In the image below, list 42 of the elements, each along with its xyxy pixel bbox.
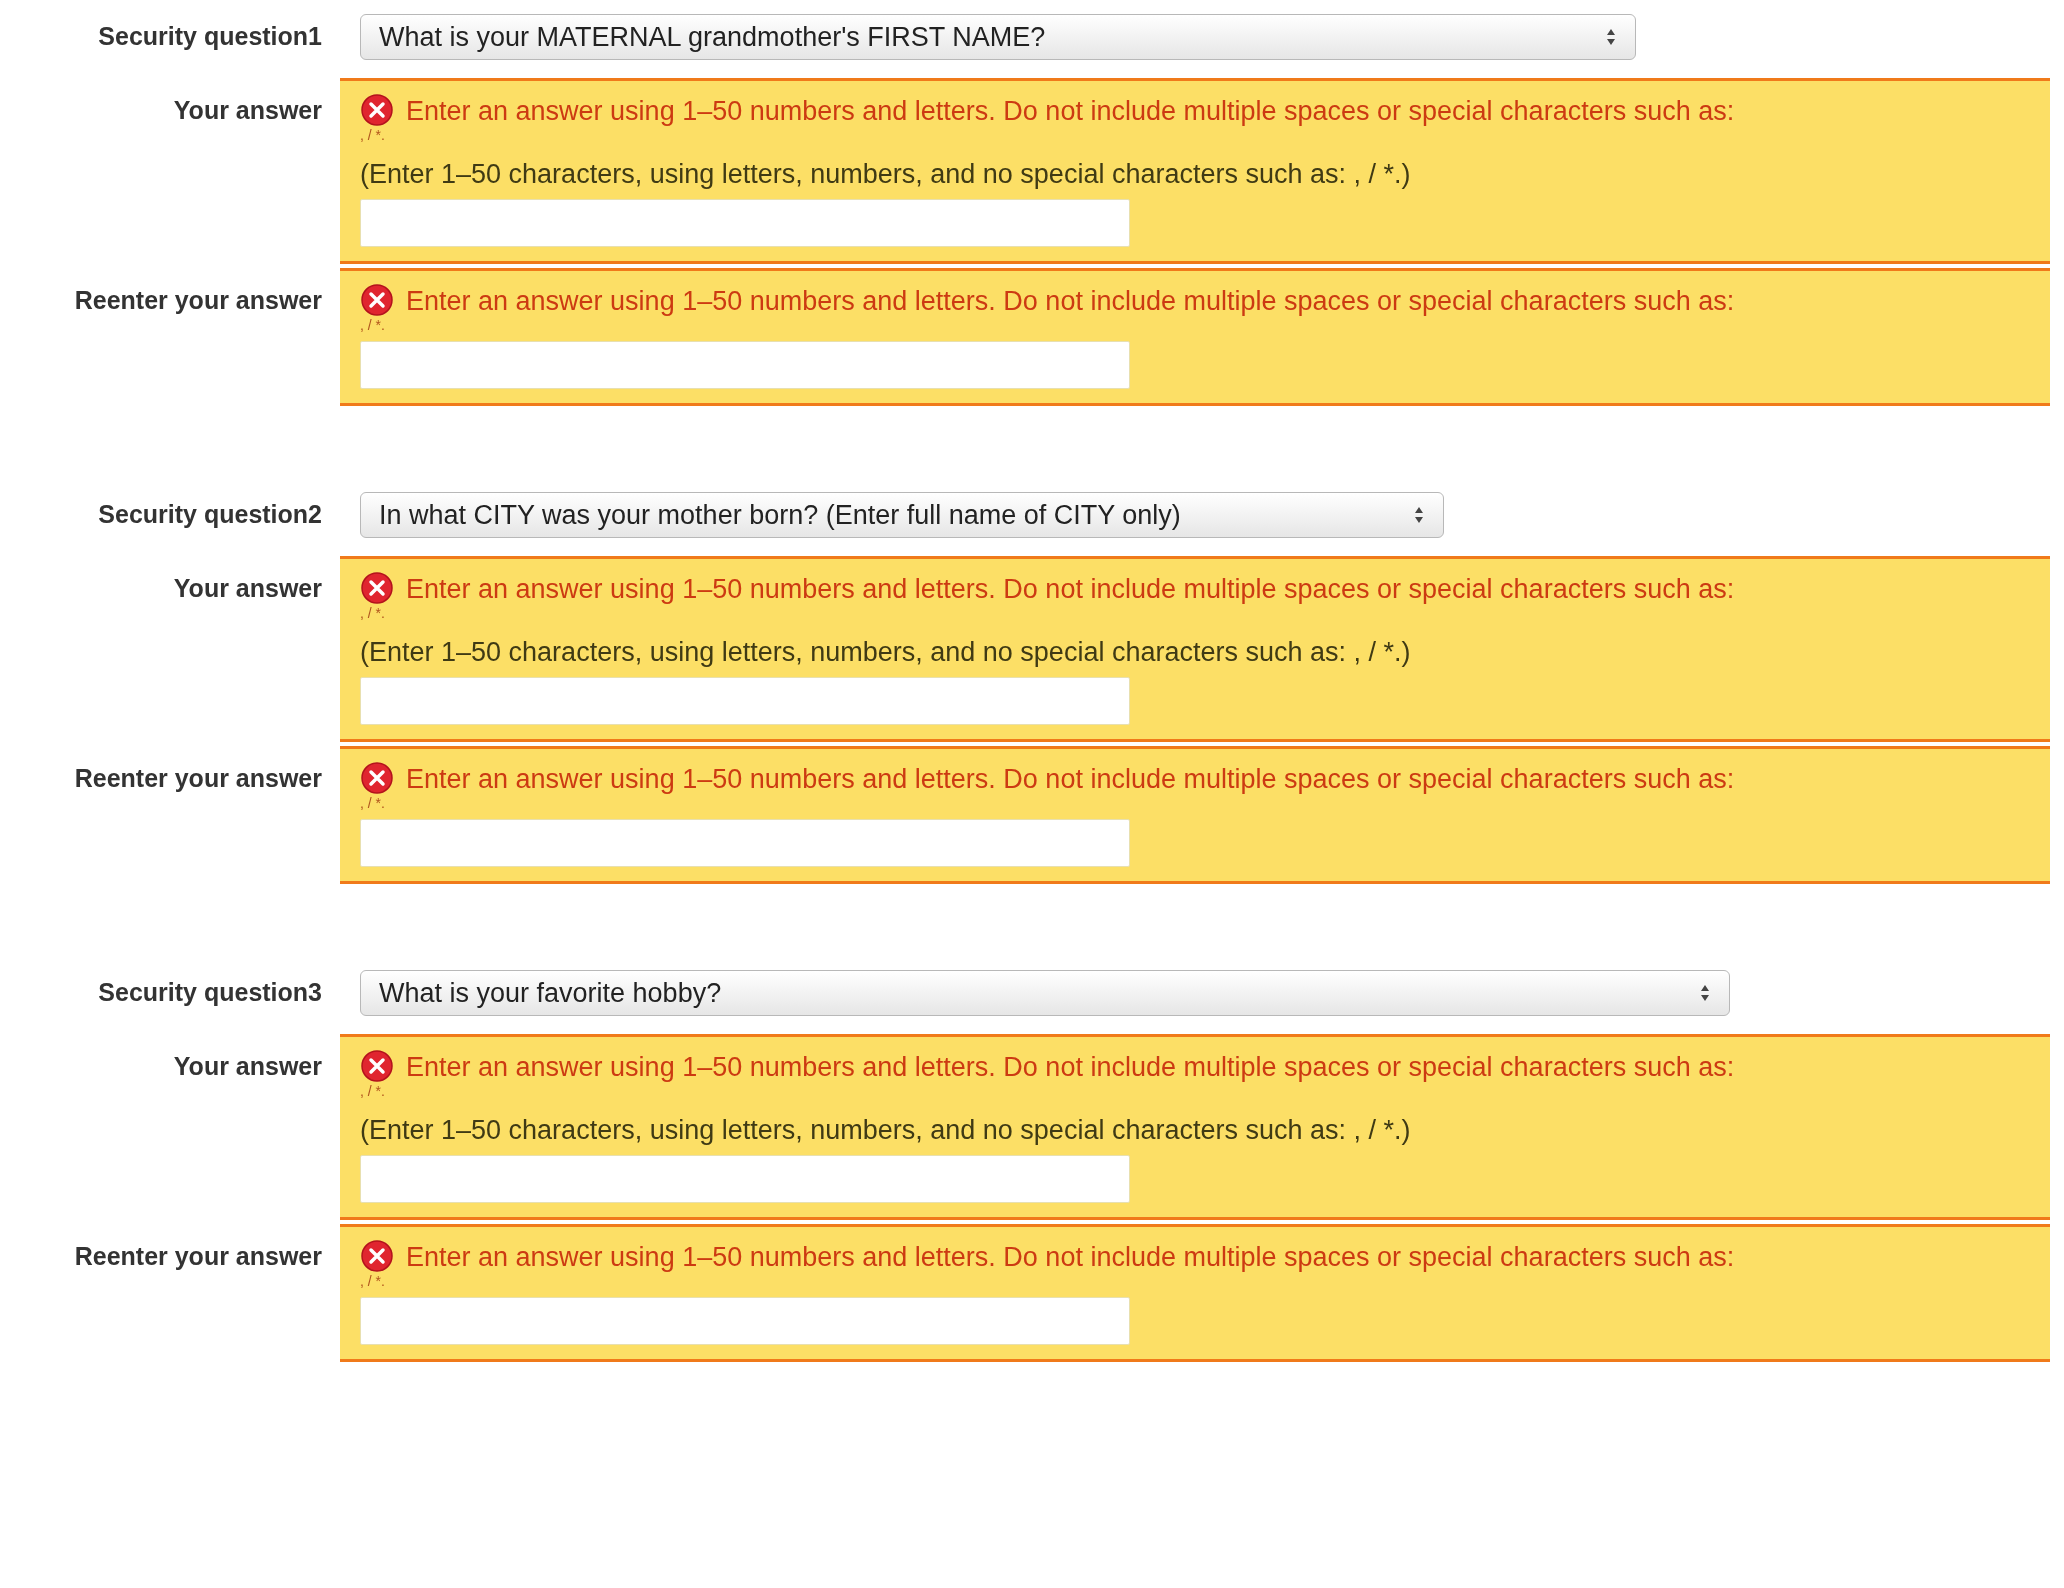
question-label: Security question2 xyxy=(98,500,322,529)
answer-field[interactable] xyxy=(360,341,1130,389)
error-icon xyxy=(360,1049,394,1083)
error-overflow-text: , / *. xyxy=(360,127,385,143)
select-arrows-icon xyxy=(1413,505,1425,525)
question-select[interactable]: What is your MATERNAL grandmother's FIRST NAME? xyxy=(360,14,1636,60)
hint-text: (Enter 1–50 characters, using letters, numbers, and no special characters such as: , / *.) xyxy=(360,158,1412,191)
field-label: Reenter your answer xyxy=(74,1242,322,1270)
error-overflow-text: , / *. xyxy=(360,1273,385,1289)
answer-field[interactable] xyxy=(360,199,1130,247)
error-overflow-text: , / *. xyxy=(360,795,385,811)
error-icon xyxy=(360,1239,394,1273)
error-icon xyxy=(360,93,394,127)
answer-field[interactable] xyxy=(360,819,1130,867)
error-overflow-text: , / *. xyxy=(360,317,385,333)
question-select[interactable]: In what CITY was your mother born? (Enter full name of CITY only) xyxy=(360,492,1444,538)
error-icon xyxy=(360,761,394,795)
error-overflow-text: , / *. xyxy=(360,605,385,621)
error-message: Enter an answer using 1–50 numbers and letters. Do not include multiple spaces or special characters such as: xyxy=(406,763,1735,796)
field-label: Reenter your answer xyxy=(74,764,322,792)
error-message: Enter an answer using 1–50 numbers and letters. Do not include multiple spaces or special characters such as: xyxy=(406,95,1735,128)
error-message: Enter an answer using 1–50 numbers and letters. Do not include multiple spaces or special characters such as: xyxy=(406,1051,1735,1084)
hint-text: (Enter 1–50 characters, using letters, numbers, and no special characters such as: , / *.) xyxy=(360,636,1412,669)
question-label: Security question3 xyxy=(98,978,322,1007)
error-message: Enter an answer using 1–50 numbers and letters. Do not include multiple spaces or special characters such as: xyxy=(406,1241,1735,1274)
answer-field[interactable] xyxy=(360,1155,1130,1203)
answer-field[interactable] xyxy=(360,1297,1130,1345)
field-label: Your answer xyxy=(173,96,322,124)
hint-text: (Enter 1–50 characters, using letters, numbers, and no special characters such as: , / *.) xyxy=(360,1114,1412,1147)
question-select[interactable]: What is your favorite hobby? xyxy=(360,970,1730,1016)
error-icon xyxy=(360,283,394,317)
field-label: Your answer xyxy=(173,574,322,602)
answer-field[interactable] xyxy=(360,677,1130,725)
question-label: Security question1 xyxy=(98,22,322,51)
field-label: Reenter your answer xyxy=(74,286,322,314)
select-arrows-icon xyxy=(1699,983,1711,1003)
error-overflow-text: , / *. xyxy=(360,1083,385,1099)
error-icon xyxy=(360,571,394,605)
error-message: Enter an answer using 1–50 numbers and letters. Do not include multiple spaces or special characters such as: xyxy=(406,573,1735,606)
error-message: Enter an answer using 1–50 numbers and letters. Do not include multiple spaces or special characters such as: xyxy=(406,285,1735,318)
field-label: Your answer xyxy=(173,1052,322,1080)
select-arrows-icon xyxy=(1605,27,1617,47)
